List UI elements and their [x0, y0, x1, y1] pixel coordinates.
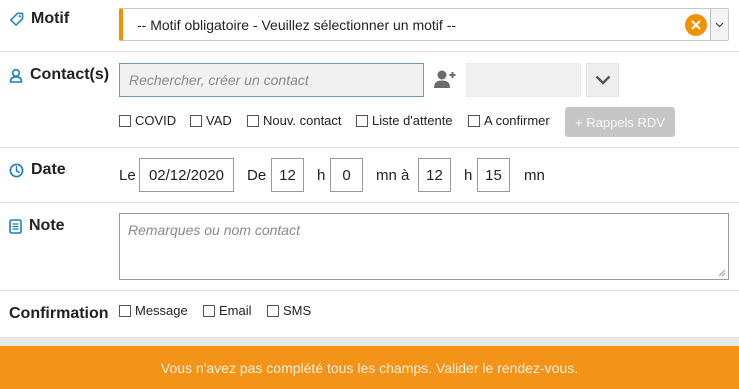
clock-icon	[9, 163, 24, 177]
chevron-down-icon[interactable]	[710, 9, 728, 40]
contact-label: Contact(s)	[9, 66, 109, 84]
checkbox-label: COVID	[135, 113, 177, 128]
checkbox-label: A confirmer	[484, 113, 550, 128]
clear-icon[interactable]	[685, 14, 707, 36]
date-le-text: Le	[119, 167, 136, 184]
checkbox-label: Message	[135, 303, 188, 318]
end-hour-input[interactable]: 12	[418, 158, 451, 192]
checkbox-box[interactable]	[247, 114, 259, 127]
note-icon	[9, 218, 22, 234]
contact-search-input[interactable]	[119, 63, 424, 97]
motif-row: Motif -- Motif obligatoire - Veuillez sé…	[0, 0, 739, 52]
checkbox-sms[interactable]: SMS	[267, 303, 311, 318]
note-textarea[interactable]: Remarques ou nom contact	[119, 213, 729, 280]
checkbox-box[interactable]	[190, 114, 202, 127]
resize-handle-icon[interactable]	[718, 269, 726, 277]
motif-select[interactable]: -- Motif obligatoire - Veuillez sélectio…	[119, 8, 729, 41]
confirmation-label: Confirmation	[9, 305, 109, 323]
start-minute-input[interactable]: 0	[330, 158, 363, 192]
motif-label-text: Motif	[31, 10, 70, 27]
checkbox-nouv-contact[interactable]: Nouv. contact	[247, 113, 342, 128]
checkbox-box[interactable]	[356, 114, 368, 127]
checkbox-label: VAD	[206, 113, 232, 128]
validation-bar[interactable]: Vous n'avez pas complété tous les champs…	[0, 346, 739, 389]
motif-label: Motif	[9, 10, 69, 28]
checkbox-label: SMS	[283, 303, 312, 318]
date-label: Date	[9, 161, 66, 179]
end-minute-input[interactable]: 15	[477, 158, 510, 192]
chevron-down-icon	[595, 75, 610, 85]
checkbox-label: Liste d'attente	[372, 113, 453, 128]
motif-select-value: -- Motif obligatoire - Veuillez sélectio…	[137, 17, 457, 33]
checkbox-label: Email	[219, 303, 252, 318]
checkbox-message[interactable]: Message	[119, 303, 188, 318]
date-input[interactable]: 02/12/2020	[139, 158, 234, 192]
user-icon	[9, 68, 23, 83]
mn-a-text: mn à	[376, 167, 410, 184]
start-hour-input[interactable]: 12	[271, 158, 304, 192]
checkbox-a-confirmer[interactable]: A confirmer	[468, 113, 550, 128]
checkbox-box[interactable]	[267, 304, 279, 317]
contact-label-text: Contact(s)	[30, 66, 110, 83]
note-label-text: Note	[29, 217, 65, 234]
date-row: Date Le 02/12/2020 De 12 h 0 mn à 12 h 1…	[0, 148, 739, 203]
date-de-text: De	[247, 167, 267, 184]
start-h-text: h	[317, 167, 326, 184]
checkbox-box[interactable]	[468, 114, 480, 127]
contact-row: Contact(s) COVID VAD Nouv. contact Liste…	[0, 52, 739, 148]
contact-secondary-field[interactable]	[466, 63, 581, 97]
confirmation-label-text: Confirmation	[9, 305, 109, 322]
checkbox-covid[interactable]: COVID	[119, 113, 176, 128]
checkbox-vad[interactable]: VAD	[190, 113, 232, 128]
checkbox-liste-attente[interactable]: Liste d'attente	[356, 113, 453, 128]
checkbox-box[interactable]	[203, 304, 215, 317]
tag-icon	[10, 12, 24, 26]
add-user-icon[interactable]	[433, 69, 457, 94]
note-placeholder: Remarques ou nom contact	[128, 222, 300, 238]
end-mn-text: mn	[524, 167, 545, 184]
divider-strip	[0, 337, 739, 346]
contact-dropdown-button[interactable]	[586, 63, 619, 97]
rappels-rdv-button[interactable]: + Rappels RDV	[565, 107, 675, 137]
checkbox-box[interactable]	[119, 304, 131, 317]
confirmation-row: Confirmation Message Email SMS	[0, 291, 739, 337]
checkbox-label: Nouv. contact	[263, 113, 342, 128]
checkbox-box[interactable]	[119, 114, 131, 127]
date-label-text: Date	[31, 161, 66, 178]
note-row: Note Remarques ou nom contact	[0, 203, 739, 291]
end-h-text: h	[464, 167, 473, 184]
note-label: Note	[9, 217, 65, 235]
checkbox-email[interactable]: Email	[203, 303, 252, 318]
